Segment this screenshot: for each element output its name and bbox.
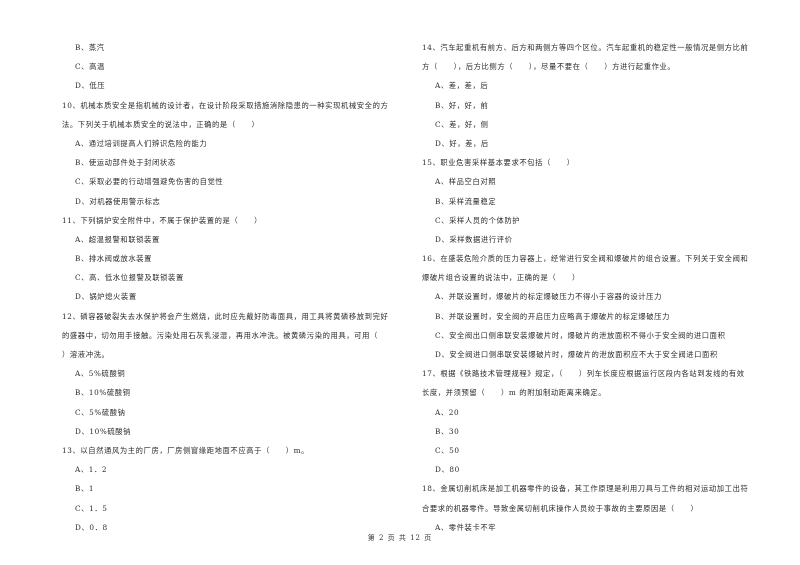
answer-option: D、对机器使用警示标志	[75, 196, 161, 206]
answer-option: A、样品空白对照	[435, 177, 497, 187]
answer-option: C、1．5	[75, 503, 108, 513]
answer-option: B、1	[75, 484, 95, 494]
answer-option: A、1．2	[75, 465, 108, 475]
answer-option: B、采样流量稳定	[435, 196, 497, 206]
answer-option: B、排水阀或放水装置	[75, 254, 153, 264]
question-text: 10、机械本质安全是指机械的设计者，在设计阶段采取措施消除隐患的一种实现机械安全…	[62, 100, 389, 110]
answer-option: D、10%硫酸钠	[75, 426, 132, 436]
question-text-continued: 方（ ），后方比侧方（ ），尽量不要在（ ）方进行起重作业。	[422, 62, 676, 72]
question-text-continued: 合要求的机器零件。导致金属切削机床操作人员绞于事故的主要原因是（ ）	[422, 503, 699, 513]
question-text-continued: 法。下列关于机械本质安全的说法中，正确的是（ ）	[62, 119, 260, 129]
answer-option: D、低压	[75, 81, 106, 91]
answer-option: C、采样人员的个体防护	[435, 215, 521, 225]
answer-option: A、超温报警和联锁装置	[75, 234, 160, 244]
question-text: 15、职业危害采样基本要求不包括（ ）	[422, 158, 575, 168]
question-text-continued: 爆破片组合设置的说法中，正确的是（ ）	[422, 273, 580, 283]
answer-option: A、并联设置时，爆破片的标定爆破压力不得小于容器的设计压力	[435, 292, 662, 302]
answer-option: A、5%硫酸铜	[75, 369, 126, 379]
answer-option: D、采样数据进行评价	[435, 234, 513, 244]
question-text: 14、汽车起重机有前方、后方和两侧方等四个区位。汽车起重机的稳定性一般情况是侧方…	[422, 43, 749, 52]
left-column: B、蒸汽 C、高温 D、低压 10、机械本质安全是指机械的设计者，在设计阶段采取措施消…	[62, 38, 402, 537]
question-text: 18、金属切削机床是加工机器零件的设备，其工作原理是利用刀具与工件的相对运动加工…	[422, 484, 749, 494]
answer-option: B、好，好，前	[435, 100, 489, 110]
question-text: 11、下列锅炉安全附件中，不属于保护装置的是（ ）	[62, 215, 263, 225]
answer-option: B、30	[435, 426, 460, 436]
answer-option: C、5%硫酸钠	[75, 407, 126, 417]
answer-option: A、20	[435, 407, 460, 417]
question-text: 13、以自然通风为主的厂房，厂房侧窗缘距地面不应高于（ ）m。	[62, 445, 310, 455]
answer-option: D、80	[435, 465, 460, 475]
answer-option: B、蒸汽	[75, 43, 105, 52]
answer-option: A、通过培训提高人们辨识危险的能力	[75, 138, 208, 148]
answer-option: C、高、低水位报警及联锁装置	[75, 273, 184, 283]
page-footer: 第 2 页 共 12 页	[367, 534, 433, 542]
answer-option: B、10%硫酸铜	[75, 388, 131, 398]
answer-option: B、并联设置时，安全阀的开启压力应略高于爆破片的标定爆破压力	[435, 311, 670, 321]
question-text: 16、在盛装危险介质的压力容器上，经常进行安全阀和爆破片的组合设置。下列关于安全…	[422, 254, 749, 264]
question-text: 17、根据《铁路技术管理规程》规定，（ ）列车长度应根据运行区段内各站到发线的有…	[422, 369, 745, 379]
answer-option: C、采取必要的行动增强避免伤害的自觉性	[75, 177, 224, 187]
answer-option: C、高温	[75, 62, 105, 72]
answer-option: C、50	[435, 445, 460, 455]
exam-page: B、蒸汽 C、高温 D、低压 10、机械本质安全是指机械的设计者，在设计阶段采取措施消…	[0, 0, 800, 565]
answer-option: D、安全阀进口侧串联安装爆破片时，爆破片的泄放面积应不大于安全阀进口面积	[435, 350, 718, 359]
question-text-continued: 的盛器中，切勿用手接触。污染处用石灰乳浸湿，再用水冲洗。被黄磷污染的用具，可用（	[62, 330, 378, 340]
answer-option: C、差，好，侧	[435, 119, 489, 129]
question-text-continued: 长度，并须预留（ ）m 的附加制动距离来确定。	[422, 388, 607, 398]
answer-option: C、安全阀出口侧串联安装爆破片时，爆破片的泄放面积不得小于安全阀的进口面积	[435, 330, 726, 340]
right-column: 14、汽车起重机有前方、后方和两侧方等四个区位。汽车起重机的稳定性一般情况是侧方…	[422, 38, 767, 537]
question-text-continued: ）溶液冲洗。	[62, 350, 110, 359]
answer-option: D、好，差，后	[435, 138, 489, 148]
question-text: 12、磷容器破裂失去水保护将会产生燃烧，此时应先戴好防毒面具，用工具将黄磷移放到…	[62, 311, 389, 321]
answer-option: D、锅炉熄火装置	[75, 292, 137, 302]
answer-option: B、使运动部件处于封闭状态	[75, 158, 176, 168]
answer-option: A、差，差，后	[435, 81, 489, 91]
